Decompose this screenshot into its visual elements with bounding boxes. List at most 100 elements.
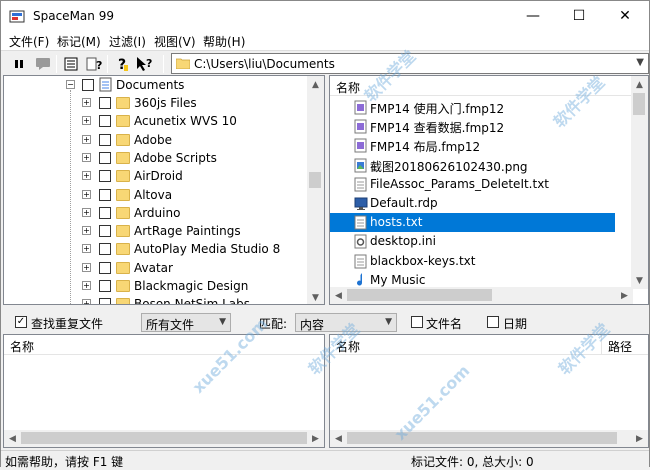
about-icon[interactable]: ? xyxy=(113,54,133,74)
menu-file[interactable]: 文件(F) xyxy=(9,33,49,50)
file-horizontal-scrollbar[interactable]: ◀ ▶ xyxy=(330,287,633,304)
file-type-select[interactable]: 所有文件 ▼ xyxy=(141,313,231,332)
column-name-header[interactable]: 名称 xyxy=(10,338,34,355)
expand-icon[interactable]: + xyxy=(82,189,91,199)
file-vertical-scrollbar[interactable]: ▲ ▼ xyxy=(631,76,648,289)
file-type-value: 所有文件 xyxy=(146,318,195,332)
tree-item-label: Adobe xyxy=(134,132,172,147)
filemaker-file-icon xyxy=(350,136,368,155)
column-path-header[interactable]: 路径 xyxy=(608,338,632,355)
tree-item[interactable]: + Altova xyxy=(4,186,314,204)
expand-icon[interactable]: + xyxy=(82,152,91,162)
expand-icon[interactable]: + xyxy=(82,226,91,236)
tree-checkbox[interactable] xyxy=(99,298,111,304)
file-row[interactable]: FMP14 布局.fmp12 xyxy=(330,136,595,155)
filename-checkbox[interactable] xyxy=(411,316,423,328)
file-row[interactable]: FileAssoc_Params_DeleteIt.txt xyxy=(330,175,595,194)
context-help-icon[interactable]: ? xyxy=(135,54,155,74)
scroll-right-icon[interactable]: ▶ xyxy=(631,430,648,447)
expand-icon[interactable]: + xyxy=(82,299,91,304)
app-window: SpaceMan 99 — ☐ ✕ 文件(F) 标记(M) 过滤(I) 视图(V… xyxy=(0,0,650,469)
tree-vertical-scrollbar[interactable]: ▲ ▼ xyxy=(307,76,324,304)
scroll-thumb[interactable] xyxy=(633,93,645,115)
minimize-button[interactable]: — xyxy=(510,1,556,31)
tree-checkbox[interactable] xyxy=(99,243,111,256)
folder-icon xyxy=(116,280,130,292)
tree-checkbox[interactable] xyxy=(99,188,111,201)
scroll-up-icon[interactable]: ▲ xyxy=(307,76,324,93)
file-row[interactable]: blackbox-keys.txt xyxy=(330,252,595,271)
expand-icon[interactable]: + xyxy=(82,134,91,144)
expand-icon[interactable]: + xyxy=(82,244,91,254)
tree-checkbox[interactable] xyxy=(99,206,111,219)
tree-checkbox[interactable] xyxy=(99,225,111,238)
results-right-pane[interactable]: 名称 ^ 路径 ◀ ▶ xyxy=(329,334,649,448)
tree-checkbox[interactable] xyxy=(82,79,94,91)
file-row[interactable]: desktop.ini xyxy=(330,232,595,251)
tree-checkbox[interactable] xyxy=(99,115,111,128)
menu-filter[interactable]: 过滤(I) xyxy=(109,33,146,50)
expand-icon[interactable]: + xyxy=(82,207,91,217)
pause-icon[interactable] xyxy=(9,54,29,74)
find-duplicates-checkbox[interactable]: ✓ xyxy=(15,316,27,328)
expand-icon[interactable]: + xyxy=(82,171,91,181)
scroll-thumb[interactable] xyxy=(21,432,307,444)
scroll-left-icon[interactable]: ◀ xyxy=(4,430,21,447)
scroll-down-icon[interactable]: ▼ xyxy=(307,289,324,304)
results-right-horizontal-scrollbar[interactable]: ◀ ▶ xyxy=(330,430,648,447)
results-left-pane[interactable]: 名称 ◀ ▶ xyxy=(3,334,325,448)
tree-item[interactable]: + AirDroid xyxy=(4,167,314,185)
path-value: C:\Users\liu\Documents xyxy=(194,57,335,71)
expand-icon[interactable]: + xyxy=(82,262,91,272)
scroll-left-icon[interactable]: ◀ xyxy=(330,287,347,304)
scroll-left-icon[interactable]: ◀ xyxy=(330,430,347,447)
tree-item[interactable]: + Acunetix WVS 10 xyxy=(4,112,314,130)
expand-icon[interactable]: + xyxy=(82,116,91,126)
tree-checkbox[interactable] xyxy=(99,133,111,146)
scroll-thumb[interactable] xyxy=(347,432,617,444)
help-topics-icon[interactable]: ? xyxy=(85,54,105,74)
results-left-header[interactable]: 名称 xyxy=(4,335,324,355)
tree-checkbox[interactable] xyxy=(99,261,111,274)
menu-mark[interactable]: 标记(M) xyxy=(57,33,101,50)
tree-item[interactable]: + Avatar xyxy=(4,259,314,277)
column-name-header[interactable]: 名称 xyxy=(336,79,360,96)
close-button[interactable]: ✕ xyxy=(602,1,648,31)
expand-icon[interactable]: + xyxy=(82,98,91,107)
tree-checkbox[interactable] xyxy=(99,151,111,164)
file-list[interactable]: 名称 FMP14 使用入门.fmp12 FMP14 查看数据.fmp12 FMP14… xyxy=(329,75,649,305)
tree-item[interactable]: + Blackmagic Design xyxy=(4,277,314,295)
scroll-right-icon[interactable]: ▶ xyxy=(616,287,633,304)
tree-item[interactable]: + ArtRage Paintings xyxy=(4,222,314,240)
date-checkbox[interactable] xyxy=(487,316,499,328)
expand-icon[interactable]: + xyxy=(82,281,91,290)
folder-tree[interactable]: − Documents +360js Files + Acunetix WVS 10… xyxy=(3,75,325,305)
maximize-button[interactable]: ☐ xyxy=(556,1,602,31)
tree-root[interactable]: − Documents xyxy=(4,76,314,94)
results-left-horizontal-scrollbar[interactable]: ◀ ▶ xyxy=(4,430,324,447)
tree-item[interactable]: + Adobe Scripts xyxy=(4,149,314,167)
scroll-thumb[interactable] xyxy=(309,172,321,188)
view-icon[interactable] xyxy=(61,54,81,74)
tree-item[interactable]: + Boson NetSim Labs xyxy=(4,295,314,304)
tree-item[interactable]: + AutoPlay Media Studio 8 xyxy=(4,240,314,258)
file-row[interactable]: Default.rdp xyxy=(330,194,595,213)
collapse-icon[interactable]: − xyxy=(66,80,75,89)
file-row[interactable]: 截图20180626102430.png xyxy=(330,156,595,175)
scroll-down-icon[interactable]: ▼ xyxy=(631,272,648,289)
tree-checkbox[interactable] xyxy=(99,280,111,292)
file-row[interactable]: hosts.txt xyxy=(330,213,615,233)
scroll-thumb[interactable] xyxy=(347,289,492,301)
tree-item[interactable]: +360js Files xyxy=(4,94,314,112)
menu-help[interactable]: 帮助(H) xyxy=(203,33,245,50)
tree-item[interactable]: + Arduino xyxy=(4,204,314,222)
scroll-up-icon[interactable]: ▲ xyxy=(631,76,648,93)
menu-view[interactable]: 视图(V) xyxy=(154,33,196,50)
status-marked: 标记文件: 0, 总大小: 0 xyxy=(411,455,534,469)
tree-checkbox[interactable] xyxy=(99,97,111,109)
tree-item-label: AirDroid xyxy=(134,169,183,184)
comment-icon[interactable] xyxy=(33,54,53,74)
scroll-right-icon[interactable]: ▶ xyxy=(307,430,324,447)
tree-checkbox[interactable] xyxy=(99,170,111,183)
tree-item[interactable]: + Adobe xyxy=(4,131,314,149)
